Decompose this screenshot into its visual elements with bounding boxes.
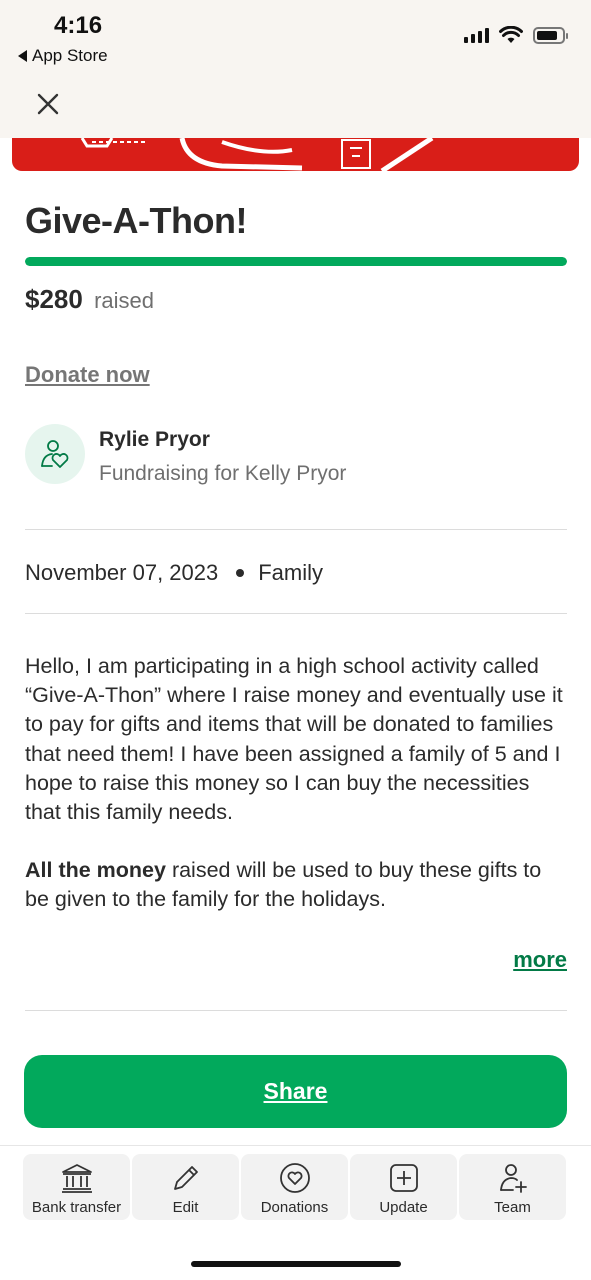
divider — [25, 529, 567, 530]
heart-icon — [279, 1163, 310, 1193]
story-paragraph: All the money raised will be used to buy… — [25, 856, 570, 914]
bullet-separator — [236, 569, 245, 577]
tab-label: Team — [494, 1199, 531, 1216]
tab-label: Donations — [260, 1199, 329, 1216]
wifi-icon — [499, 26, 523, 43]
battery-icon — [533, 26, 568, 44]
pencil-icon — [173, 1166, 198, 1190]
organizer-avatar — [25, 424, 85, 484]
bank-transfer-tab[interactable]: Bank transfer — [23, 1154, 130, 1220]
story-paragraph: Hello, I am participating in a high scho… — [25, 654, 563, 825]
close-icon[interactable] — [34, 90, 62, 118]
share-button[interactable]: Share — [24, 1055, 567, 1128]
cellular-signal-icon — [464, 27, 489, 43]
divider — [25, 613, 567, 614]
campaign-title: Give-A-Thon! — [25, 200, 247, 241]
category-link[interactable]: Family — [258, 560, 323, 586]
divider — [25, 1010, 567, 1011]
back-app-label: App Store — [32, 46, 108, 65]
hero-image — [12, 138, 579, 171]
story-bold-text: All the money — [25, 858, 166, 883]
bottom-toolbar: Bank transfer Edit Donations Update Team — [0, 1145, 591, 1280]
organizer-text: Rylie Pryor Fundraising for Kelly Pryor — [99, 424, 346, 486]
campaign-story: Hello, I am participating in a high scho… — [25, 652, 570, 915]
status-time: 4:16 — [54, 12, 103, 39]
campaign-meta: November 07, 2023 Family — [25, 560, 323, 586]
progress-bar — [25, 257, 567, 266]
amount-raised: $280 raised — [25, 284, 154, 315]
created-date: November 07, 2023 — [25, 560, 219, 585]
back-to-app-store[interactable]: App Store — [18, 46, 108, 66]
bank-icon — [61, 1164, 92, 1193]
progress-fill — [25, 257, 567, 266]
organizer-name: Rylie Pryor — [99, 428, 210, 451]
raised-amount: $280 — [25, 284, 83, 314]
update-tab[interactable]: Update — [350, 1154, 457, 1220]
read-more-link[interactable]: more — [513, 947, 567, 973]
home-indicator — [191, 1261, 401, 1267]
back-triangle-icon — [18, 50, 27, 62]
tab-label: Update — [379, 1199, 428, 1216]
raised-label: raised — [94, 288, 154, 313]
plus-square-icon — [389, 1164, 418, 1192]
tab-label: Edit — [172, 1199, 199, 1216]
status-icons — [464, 26, 568, 44]
organizer-subtitle: Fundraising for Kelly Pryor — [99, 462, 347, 485]
team-tab[interactable]: Team — [459, 1154, 566, 1220]
donate-now-link[interactable]: Donate now — [25, 362, 150, 388]
donations-tab[interactable]: Donations — [241, 1154, 348, 1220]
person-heart-icon — [41, 440, 69, 468]
top-area: 4:16 App Store — [0, 0, 591, 138]
edit-tab[interactable]: Edit — [132, 1154, 239, 1220]
add-user-icon — [499, 1164, 527, 1193]
hero-illustration — [80, 138, 434, 171]
tab-label: Bank transfer — [31, 1199, 122, 1216]
organizer-section[interactable]: Rylie Pryor Fundraising for Kelly Pryor — [25, 424, 346, 486]
